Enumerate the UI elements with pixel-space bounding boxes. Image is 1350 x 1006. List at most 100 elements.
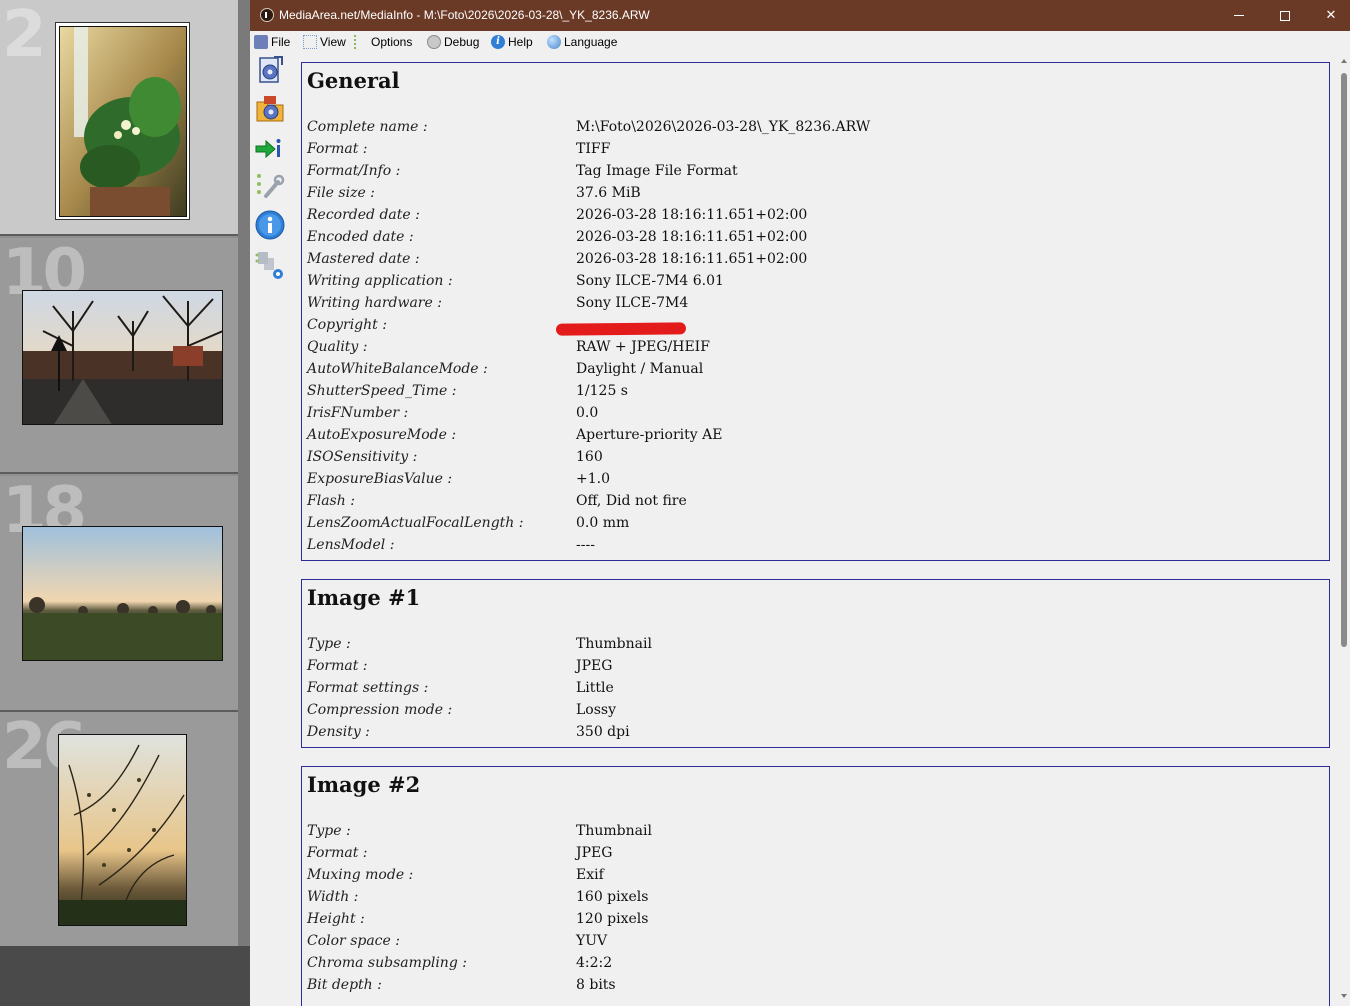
info-row: Encoded date : 2026-03-28 18:16:11.651+02… xyxy=(307,227,1322,249)
info-value: 0.0 mm xyxy=(576,515,630,531)
info-row: AutoWhiteBalanceMode : Daylight / Manual xyxy=(307,359,1322,381)
info-value: 120 pixels xyxy=(576,911,649,927)
menu-debug-label: Debug xyxy=(444,35,480,49)
info-key: ExposureBiasValue : xyxy=(307,471,453,487)
thumbnail-image[interactable] xyxy=(22,526,223,661)
info-row: Format : JPEG xyxy=(307,843,1322,865)
info-key: Copyright : xyxy=(307,317,387,333)
title-bar[interactable]: MediaArea.net/MediaInfo - M:\Foto\2026\2… xyxy=(250,0,1350,31)
info-value: Thumbnail xyxy=(576,823,652,839)
filmstrip-frame[interactable]: 10 xyxy=(0,238,238,474)
info-row: Copyright : xyxy=(307,315,1322,337)
info-row: Height : 120 pixels xyxy=(307,909,1322,931)
info-row: LensModel : ---- xyxy=(307,535,1322,557)
info-value: Sony ILCE-7M4 6.01 xyxy=(576,273,724,289)
menu-file-label: File xyxy=(271,35,291,49)
mediainfo-window: MediaArea.net/MediaInfo - M:\Foto\2026\2… xyxy=(250,0,1350,1006)
info-key: Writing hardware : xyxy=(307,295,442,311)
info-row: File size : 37.6 MiB xyxy=(307,183,1322,205)
info-row: Muxing mode : Exif xyxy=(307,865,1322,887)
info-value: Thumbnail xyxy=(576,636,652,652)
section-title: Image #2 xyxy=(307,772,421,797)
info-value: 160 pixels xyxy=(576,889,649,905)
info-key: IrisFNumber : xyxy=(307,405,409,421)
info-row: Complete name : M:\Foto\2026\2026-03-28\_… xyxy=(307,117,1322,139)
info-key: ISOSensitivity : xyxy=(307,449,418,465)
info-value: 350 dpi xyxy=(576,724,630,740)
info-key: Complete name : xyxy=(307,119,428,135)
side-toolbar xyxy=(250,53,290,1006)
section-image-2: Image #2 Type : Thumbnail Format : JPEG Muxi… xyxy=(301,766,1330,1006)
thumbnail-image[interactable] xyxy=(59,26,187,217)
info-row: Writing application : Sony ILCE-7M4 6.01 xyxy=(307,271,1322,293)
info-key: Format : xyxy=(307,845,368,861)
info-row: Quality : RAW + JPEG/HEIF xyxy=(307,337,1322,359)
filmstrip-frame[interactable]: 18 xyxy=(0,476,238,712)
open-folder-icon[interactable] xyxy=(254,93,286,125)
info-value: JPEG xyxy=(576,658,613,674)
section-title: General xyxy=(307,68,400,93)
menu-bar: File View Options Debug i Help Language xyxy=(250,31,1350,53)
menu-debug[interactable]: Debug xyxy=(427,33,479,51)
scroll-up-arrow-icon[interactable] xyxy=(1341,59,1347,63)
scroll-down-arrow-icon[interactable] xyxy=(1341,994,1347,998)
info-value: 2026-03-28 18:16:11.651+02:00 xyxy=(576,251,808,267)
info-value: Sony ILCE-7M4 xyxy=(576,295,689,311)
filmstrip-bottom xyxy=(0,946,250,1006)
info-value: Lossy xyxy=(576,702,617,718)
info-value: 2026-03-28 18:16:11.651+02:00 xyxy=(576,207,808,223)
info-row: ExposureBiasValue : +1.0 xyxy=(307,469,1322,491)
scroll-thumb[interactable] xyxy=(1341,73,1347,647)
menu-file[interactable]: File xyxy=(254,33,290,51)
section-title: Image #1 xyxy=(307,585,421,610)
vertical-scrollbar[interactable] xyxy=(1338,53,1350,1006)
options-menu-icon xyxy=(354,35,368,49)
info-key: AutoExposureMode : xyxy=(307,427,457,443)
close-button[interactable]: ✕ xyxy=(1308,0,1350,31)
globe-icon xyxy=(547,35,561,49)
info-key: File size : xyxy=(307,185,375,201)
info-key: Writing application : xyxy=(307,273,453,289)
info-row: Recorded date : 2026-03-28 18:16:11.651+0… xyxy=(307,205,1322,227)
frame-number: 2 xyxy=(2,0,46,72)
thumbnail-image[interactable] xyxy=(58,734,187,926)
thumbnail-image[interactable] xyxy=(22,290,223,425)
mediainfo-app-icon xyxy=(260,8,274,22)
info-row: Format : JPEG xyxy=(307,656,1322,678)
filmstrip-edge xyxy=(238,0,250,1006)
info-row: Density : 350 dpi xyxy=(307,722,1322,744)
info-row: Writing hardware : Sony ILCE-7M4 xyxy=(307,293,1322,315)
about-icon[interactable] xyxy=(254,209,286,241)
info-value: Tag Image File Format xyxy=(576,163,738,179)
redaction-mark xyxy=(555,322,687,336)
info-key: Color space : xyxy=(307,933,400,949)
info-value: Off, Did not fire xyxy=(576,493,687,509)
info-value: 0.0 xyxy=(576,405,599,421)
export-icon[interactable] xyxy=(254,133,286,165)
settings-icon[interactable] xyxy=(254,170,286,202)
menu-language[interactable]: Language xyxy=(547,33,617,51)
open-file-icon[interactable] xyxy=(254,54,286,86)
maximize-button[interactable] xyxy=(1262,0,1308,31)
menu-view[interactable]: View xyxy=(303,33,346,51)
info-key: Height : xyxy=(307,911,365,927)
info-key: Width : xyxy=(307,889,359,905)
filmstrip-frame[interactable]: 2 xyxy=(0,0,238,236)
menu-options[interactable]: Options xyxy=(354,33,412,51)
info-key: Mastered date : xyxy=(307,251,420,267)
info-value: Exif xyxy=(576,867,604,883)
image-2-rows: Type : Thumbnail Format : JPEG Muxing mode :… xyxy=(307,821,1322,997)
minimize-button[interactable] xyxy=(1216,0,1262,31)
info-row: Type : Thumbnail xyxy=(307,634,1322,656)
info-key: LensZoomActualFocalLength : xyxy=(307,515,524,531)
menu-help-label: Help xyxy=(508,35,533,49)
info-row: ShutterSpeed_Time : 1/125 s xyxy=(307,381,1322,403)
window-title: MediaArea.net/MediaInfo - M:\Foto\2026\2… xyxy=(279,8,650,22)
menu-help[interactable]: i Help xyxy=(491,33,533,51)
file-list-icon[interactable] xyxy=(254,249,286,281)
info-row: Format settings : Little xyxy=(307,678,1322,700)
info-value: M:\Foto\2026\2026-03-28\_YK_8236.ARW xyxy=(576,119,871,135)
info-panel[interactable]: General Complete name : M:\Foto\2026\2026… xyxy=(292,53,1338,1006)
filmstrip-frame[interactable]: 26 xyxy=(0,712,238,948)
info-key: Chroma subsampling : xyxy=(307,955,467,971)
